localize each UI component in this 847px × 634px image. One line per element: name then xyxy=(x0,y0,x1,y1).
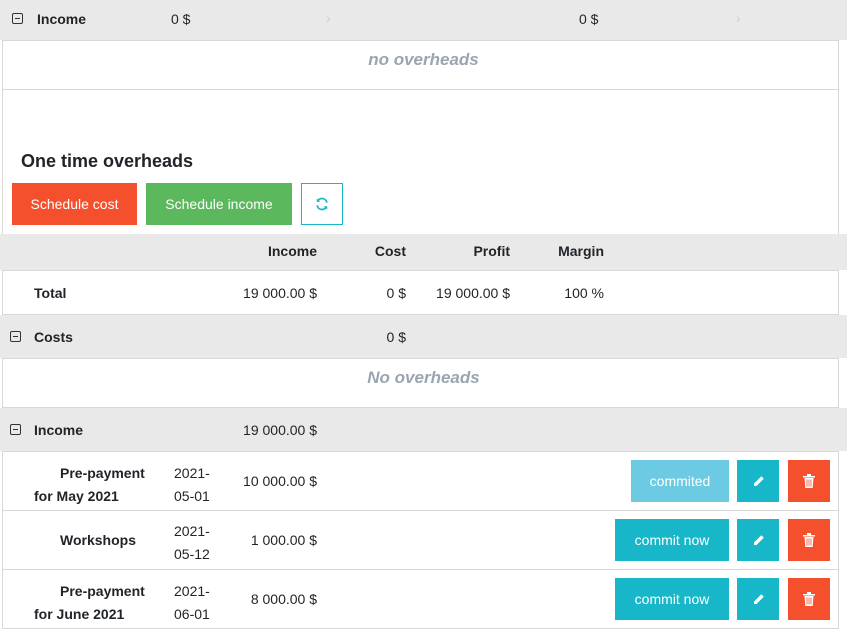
pencil-icon xyxy=(753,534,764,545)
top-income-header xyxy=(0,0,847,40)
header-income: Income xyxy=(267,243,317,259)
pencil-icon xyxy=(753,593,764,604)
row-name-line1: Pre-payment xyxy=(60,583,145,599)
no-overheads-costs-text: No overheads xyxy=(367,368,480,387)
income-group-label: Income xyxy=(34,422,84,438)
schedule-cost-button[interactable]: Schedule cost xyxy=(12,183,137,225)
costs-value: 0 $ xyxy=(386,329,406,345)
delete-button[interactable] xyxy=(788,460,830,502)
trash-icon xyxy=(803,474,815,488)
commit-now-button[interactable]: commit now xyxy=(615,519,729,561)
no-overheads-text: no overheads xyxy=(368,50,479,69)
delete-button[interactable] xyxy=(788,578,830,620)
total-income: 19 000.00 $ xyxy=(243,285,317,301)
top-income-value-2: 0 $ xyxy=(579,11,599,27)
header-margin: Margin xyxy=(558,243,604,259)
commit-now-button[interactable]: commit now xyxy=(615,578,729,620)
costs-label: Costs xyxy=(34,329,73,345)
chevron-right-icon: › xyxy=(326,10,331,26)
refresh-icon xyxy=(316,197,328,211)
header-cost: Cost xyxy=(374,243,406,259)
schedule-income-button[interactable]: Schedule income xyxy=(146,183,292,225)
delete-button[interactable] xyxy=(788,519,830,561)
row-name-line2: for May 2021 xyxy=(34,488,119,504)
row-name-line1: Pre-payment xyxy=(60,465,145,481)
total-label: Total xyxy=(34,285,67,301)
total-margin: 100 % xyxy=(564,285,604,301)
edit-button[interactable] xyxy=(737,460,779,502)
row-name-line2: for June 2021 xyxy=(34,606,125,622)
row-name: Workshops xyxy=(60,532,136,548)
row-amount: 1 000.00 $ xyxy=(250,532,317,548)
pencil-icon xyxy=(753,475,764,486)
edit-button[interactable] xyxy=(737,519,779,561)
row-divider xyxy=(2,569,839,570)
top-income-value: 0 $ xyxy=(171,11,191,27)
collapse-icon[interactable] xyxy=(10,331,21,342)
income-group-header xyxy=(0,408,847,451)
total-profit: 19 000.00 $ xyxy=(436,285,510,301)
chevron-right-icon: › xyxy=(736,10,741,26)
commited-button[interactable]: commited xyxy=(631,460,729,502)
row-divider xyxy=(2,510,839,511)
collapse-icon[interactable] xyxy=(12,13,23,24)
row-amount: 10 000.00 $ xyxy=(243,473,317,489)
section-title: One time overheads xyxy=(21,151,194,171)
income-group-value: 19 000.00 $ xyxy=(243,422,317,438)
collapse-icon[interactable] xyxy=(10,424,21,435)
row-amount: 8 000.00 $ xyxy=(250,591,317,607)
costs-header xyxy=(0,315,847,358)
top-income-label: Income xyxy=(37,11,87,27)
table-row: Pre-payment for May 2021 xyxy=(34,462,164,508)
header-profit: Profit xyxy=(473,243,510,259)
refresh-button[interactable] xyxy=(301,183,343,225)
trash-icon xyxy=(803,592,815,606)
trash-icon xyxy=(803,533,815,547)
table-row: Pre-payment for June 2021 xyxy=(34,580,164,626)
edit-button[interactable] xyxy=(737,578,779,620)
